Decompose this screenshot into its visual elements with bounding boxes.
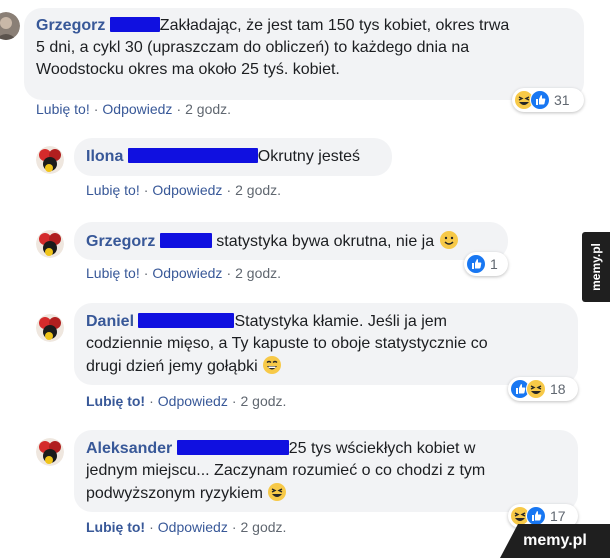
- comment-time[interactable]: 2 godz.: [241, 519, 287, 535]
- reaction-summary[interactable]: 31: [512, 88, 584, 112]
- reply-link[interactable]: Odpowiedz: [158, 393, 228, 409]
- comment-bubble: Daniel Statystyka kłamie. Jeśli ja jem c…: [74, 303, 578, 385]
- separator: ·: [231, 519, 237, 535]
- avatar[interactable]: [36, 438, 64, 466]
- redacted-name: [109, 17, 160, 32]
- reaction-count: 17: [550, 508, 566, 524]
- comment-time[interactable]: 2 godz.: [235, 182, 281, 198]
- comment-actions: Lubię to! · Odpowiedz · 2 godz.: [36, 101, 231, 117]
- redacted-name: [176, 440, 289, 455]
- like-icon: [526, 506, 546, 526]
- avatar[interactable]: [0, 12, 20, 40]
- comment-author[interactable]: Daniel: [86, 313, 134, 330]
- separator: ·: [226, 182, 232, 198]
- smile-emoji: [439, 230, 459, 257]
- redacted-name: [138, 313, 235, 328]
- comment-time[interactable]: 2 godz.: [241, 393, 287, 409]
- separator: ·: [149, 519, 154, 535]
- separator: ·: [226, 265, 232, 281]
- separator: ·: [149, 393, 154, 409]
- comment-line: drugi dzień jemy gołąbki: [86, 358, 258, 375]
- separator: ·: [93, 101, 99, 117]
- comment-text: Okrutny jesteś: [257, 148, 361, 165]
- reply-link[interactable]: Odpowiedz: [152, 265, 222, 281]
- separator: ·: [143, 182, 149, 198]
- comment-time[interactable]: 2 godz.: [235, 265, 281, 281]
- grin-emoji: [262, 355, 282, 382]
- reaction-summary[interactable]: 1: [464, 252, 508, 276]
- comment-text: Grzegorz Zakładając, że jest tam 150 tys…: [36, 15, 572, 81]
- comment-author[interactable]: Grzegorz: [36, 17, 105, 34]
- reply-link[interactable]: Odpowiedz: [102, 101, 172, 117]
- like-link[interactable]: Lubię to!: [86, 519, 145, 535]
- comment-line: Statystyka kłamie. Jeśli ja jem: [234, 313, 447, 330]
- comment-line: 5 dni, a cykl 30 (upraszczam do obliczeń…: [36, 39, 470, 56]
- comment-author[interactable]: Grzegorz: [86, 233, 155, 250]
- reaction-summary[interactable]: 18: [508, 377, 578, 401]
- avatar[interactable]: [36, 146, 64, 174]
- comment-author[interactable]: Ilona: [86, 148, 123, 165]
- comment-actions: Lubię to! · Odpowiedz · 2 godz.: [86, 265, 281, 281]
- like-icon: [530, 90, 550, 110]
- comment-actions: Lubię to! · Odpowiedz · 2 godz.: [86, 519, 286, 535]
- reaction-count: 18: [550, 381, 566, 397]
- comment-time[interactable]: 2 godz.: [185, 101, 231, 117]
- comment-bubble: Ilona Okrutny jesteś: [74, 138, 392, 176]
- separator: ·: [231, 393, 237, 409]
- watermark-corner: memy.pl: [500, 524, 610, 558]
- comment-actions: Lubię to! · Odpowiedz · 2 godz.: [86, 393, 286, 409]
- watermark-corner-text: memy.pl: [523, 532, 587, 549]
- comment-line: podwyższonym ryzykiem: [86, 485, 263, 502]
- comment-text: Daniel Statystyka kłamie. Jeśli ja jem c…: [86, 311, 566, 382]
- comment-author[interactable]: Aleksander: [86, 440, 172, 457]
- like-link[interactable]: Lubię to!: [86, 393, 145, 409]
- avatar[interactable]: [36, 314, 64, 342]
- comment-bubble: Grzegorz Zakładając, że jest tam 150 tys…: [24, 8, 584, 100]
- comment-line: Woodstocku okres ma około 25 tyś. kobiet…: [36, 61, 340, 78]
- like-link[interactable]: Lubię to!: [86, 182, 140, 198]
- comment-line: 25 tys wściekłych kobiet w: [288, 440, 476, 457]
- comment-line: Zakładając, że jest tam 150 tys kobiet, …: [159, 17, 510, 34]
- like-link[interactable]: Lubię to!: [86, 265, 140, 281]
- reaction-count: 1: [490, 256, 498, 272]
- comment-text: statystyka bywa okrutna, nie ja: [216, 233, 435, 250]
- avatar[interactable]: [36, 230, 64, 258]
- comment-actions: Lubię to! · Odpowiedz · 2 godz.: [86, 182, 281, 198]
- laugh-emoji: [526, 379, 546, 399]
- redacted-name: [159, 233, 212, 248]
- comment-line: jednym miejscu... Zaczynam rozumieć o co…: [86, 462, 486, 479]
- like-icon: [466, 254, 486, 274]
- watermark-side: memy.pl: [582, 232, 610, 302]
- laugh-emoji: [267, 482, 287, 509]
- reply-link[interactable]: Odpowiedz: [152, 182, 222, 198]
- redacted-name: [127, 148, 258, 163]
- comment-text: Aleksander 25 tys wściekłych kobiet w je…: [86, 438, 566, 509]
- watermark-side-text: memy.pl: [589, 243, 603, 291]
- like-link[interactable]: Lubię to!: [36, 101, 90, 117]
- comment-line: codziennie mięso, a Ty kapuste to oboje …: [86, 335, 488, 352]
- reaction-count: 31: [554, 92, 570, 108]
- comment-bubble: Grzegorz statystyka bywa okrutna, nie ja: [74, 222, 508, 260]
- comment-bubble: Aleksander 25 tys wściekłych kobiet w je…: [74, 430, 578, 512]
- separator: ·: [143, 265, 149, 281]
- reply-link[interactable]: Odpowiedz: [158, 519, 228, 535]
- separator: ·: [176, 101, 182, 117]
